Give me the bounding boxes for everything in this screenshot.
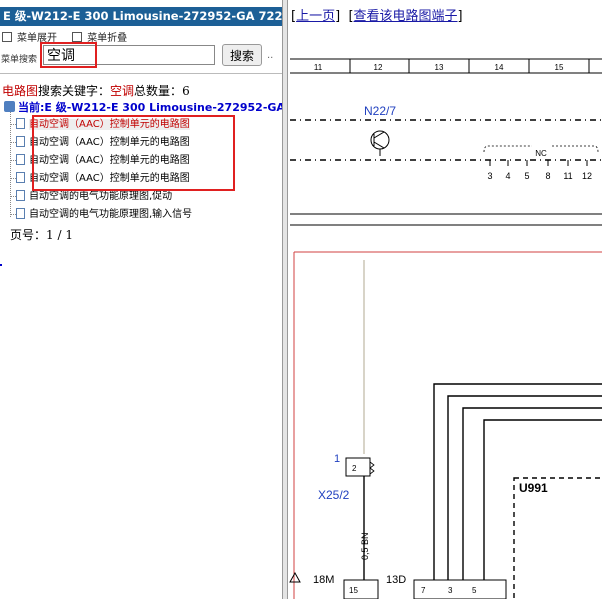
pager-label: 页号：: [10, 228, 47, 242]
search-label: 菜单搜索: [1, 55, 38, 65]
pager: 页号：1 / 1: [10, 226, 73, 243]
result-keyword: 空调: [110, 84, 135, 98]
pin-number: 12: [582, 171, 592, 181]
search-button[interactable]: 搜索: [222, 44, 262, 66]
column-number: 11: [314, 63, 323, 72]
search-result-summary: 电路图搜索关键字：空调总数量：6: [2, 82, 190, 99]
transistor-icon: [370, 130, 390, 156]
tree-root-icon: [4, 101, 15, 112]
connector-x25: [345, 457, 371, 477]
x25-inner-pin: 2: [352, 464, 357, 473]
pin-number: 4: [505, 171, 510, 181]
tree-root[interactable]: 当前:E 级-W212-E 300 Limousine-272952-GA: [4, 99, 282, 115]
bottom-pin: 7: [421, 586, 426, 595]
document-icon: [16, 154, 25, 165]
pin-number: 8: [545, 171, 550, 181]
document-icon: [16, 190, 25, 201]
document-icon: [16, 208, 25, 219]
pager-separator: /: [53, 228, 66, 242]
ground-label-18m: 18M: [313, 574, 334, 586]
menu-icon: [2, 32, 12, 42]
bottom-pin: 15: [349, 586, 358, 595]
document-icon: [16, 172, 25, 183]
component-label-n22-7: N22/7: [364, 104, 396, 118]
wire-label: 0,5 BN: [360, 532, 370, 560]
more-button[interactable]: ..: [267, 50, 273, 61]
tree-item-label: 自动空调的电气功能原理图,输入信号: [29, 209, 193, 220]
result-keyword-label: 搜索关键字：: [38, 84, 111, 98]
result-category: 电路图: [2, 84, 39, 98]
bottom-pin: 3: [448, 586, 453, 595]
pin-number: 3: [487, 171, 492, 181]
bottom-pin: 5: [472, 586, 477, 595]
diagram-pane: [上一页] [查看该电路图端子] 11 12 13 14 15 N22/7 NC…: [288, 0, 602, 599]
tree-item[interactable]: 自动空调的电气功能原理图,促动: [10, 190, 172, 204]
divider: [0, 73, 282, 74]
column-number: 15: [555, 63, 564, 72]
left-pane: E 级-W212-E 300 Limousine-272952-GA 72299…: [0, 0, 282, 599]
menu-icon: [72, 32, 83, 42]
column-number: 12: [374, 63, 383, 72]
result-count-label: 总数量：: [134, 84, 183, 98]
column-number: 13: [435, 63, 444, 72]
connector-label-x25-2: X25/2: [318, 488, 350, 502]
vehicle-title: E 级-W212-E 300 Limousine-272952-GA 72299…: [0, 7, 282, 26]
tree-root-label: 当前:E 级-W212-E 300 Limousine-272952-GA: [18, 101, 282, 114]
pin-number: 5: [524, 171, 529, 181]
column-number: 14: [495, 63, 504, 72]
tree-item-label: 自动空调的电气功能原理图,促动: [29, 191, 173, 202]
link-dot: [0, 264, 2, 266]
pager-total: 1: [65, 228, 73, 242]
module-label-u991: U991: [519, 481, 548, 495]
connector-block: [413, 579, 507, 599]
module-u991: [513, 477, 602, 599]
nc-label: NC: [535, 149, 547, 158]
connector-label-13d: 13D: [386, 574, 406, 586]
pager-current[interactable]: 1: [46, 228, 54, 242]
tree-item[interactable]: 自动空调的电气功能原理图,输入信号: [10, 208, 192, 222]
document-icon: [16, 136, 25, 147]
search-highlight-box: [40, 42, 97, 68]
pin-number: 11: [563, 171, 572, 181]
document-icon: [16, 118, 25, 129]
x25-pin-number: 1: [334, 453, 340, 465]
results-highlight-box: [32, 115, 235, 191]
wiring-diagram: 11 12 13 14 15 N22/7 NC 3 4 5 8 11 12 1 …: [289, 58, 602, 599]
result-count: 6: [182, 84, 190, 98]
